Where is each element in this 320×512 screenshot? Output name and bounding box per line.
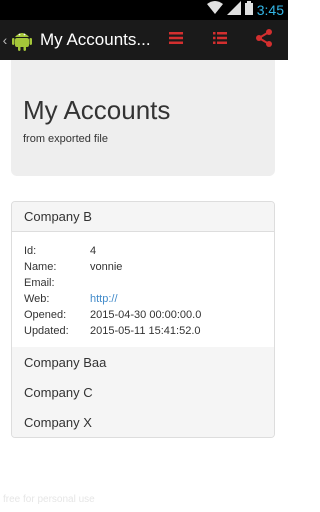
list-icon bbox=[213, 31, 227, 50]
action-bar: ‹ My Accounts... bbox=[0, 20, 288, 60]
menu-button[interactable] bbox=[152, 20, 200, 60]
detail-value: vonnie bbox=[90, 261, 123, 273]
menu-icon bbox=[169, 31, 183, 50]
list-button[interactable] bbox=[196, 20, 244, 60]
page-subtitle: from exported file bbox=[23, 133, 108, 145]
status-time: 3:45 bbox=[256, 2, 284, 18]
status-bar: 3:45 bbox=[0, 0, 288, 20]
account-heading-company-b[interactable]: Company B bbox=[12, 202, 274, 232]
signal-icon bbox=[226, 0, 241, 20]
account-item-company-x[interactable]: Company X bbox=[12, 407, 274, 437]
wifi-icon bbox=[206, 0, 223, 20]
detail-row-web: Web: http:// bbox=[24, 291, 274, 307]
battery-icon bbox=[244, 0, 253, 20]
account-details: Id: 4 Name: vonnie Email: Web: http:// O… bbox=[12, 232, 274, 347]
detail-value: 2015-04-30 00:00:00.0 bbox=[90, 309, 202, 321]
web-link[interactable]: http:// bbox=[90, 293, 118, 305]
account-item-company-c[interactable]: Company C bbox=[12, 377, 274, 407]
detail-value: 4 bbox=[90, 245, 97, 257]
detail-label: Opened: bbox=[24, 309, 67, 321]
account-item-company-baa[interactable]: Company Baa bbox=[12, 347, 274, 377]
detail-row-name: Name: vonnie bbox=[24, 259, 274, 275]
detail-label: Updated: bbox=[24, 325, 69, 337]
header-panel: My Accounts from exported file bbox=[11, 60, 275, 176]
android-logo-icon[interactable] bbox=[10, 28, 34, 52]
chevron-left-icon[interactable]: ‹ bbox=[0, 20, 10, 60]
detail-row-id: Id: 4 bbox=[24, 243, 274, 259]
page-title: My Accounts bbox=[23, 95, 171, 125]
watermark-text: free for personal use bbox=[3, 494, 95, 505]
action-bar-title[interactable]: My Accounts... bbox=[40, 30, 158, 50]
detail-row-email: Email: bbox=[24, 275, 274, 291]
detail-label: Name: bbox=[24, 261, 57, 273]
main-content: My Accounts from exported file Company B… bbox=[0, 60, 288, 512]
share-icon bbox=[255, 28, 273, 52]
status-icons: 3:45 bbox=[206, 0, 288, 20]
detail-label: Email: bbox=[24, 277, 55, 289]
accounts-accordion: Company B Id: 4 Name: vonnie Email: Web:… bbox=[11, 201, 275, 438]
detail-value: 2015-05-11 15:41:52.0 bbox=[90, 325, 201, 337]
detail-label: Id: bbox=[24, 245, 37, 257]
detail-row-opened: Opened: 2015-04-30 00:00:00.0 bbox=[24, 307, 274, 323]
share-button[interactable] bbox=[240, 20, 288, 60]
detail-row-updated: Updated: 2015-05-11 15:41:52.0 bbox=[24, 323, 274, 339]
detail-label: Web: bbox=[24, 293, 50, 305]
